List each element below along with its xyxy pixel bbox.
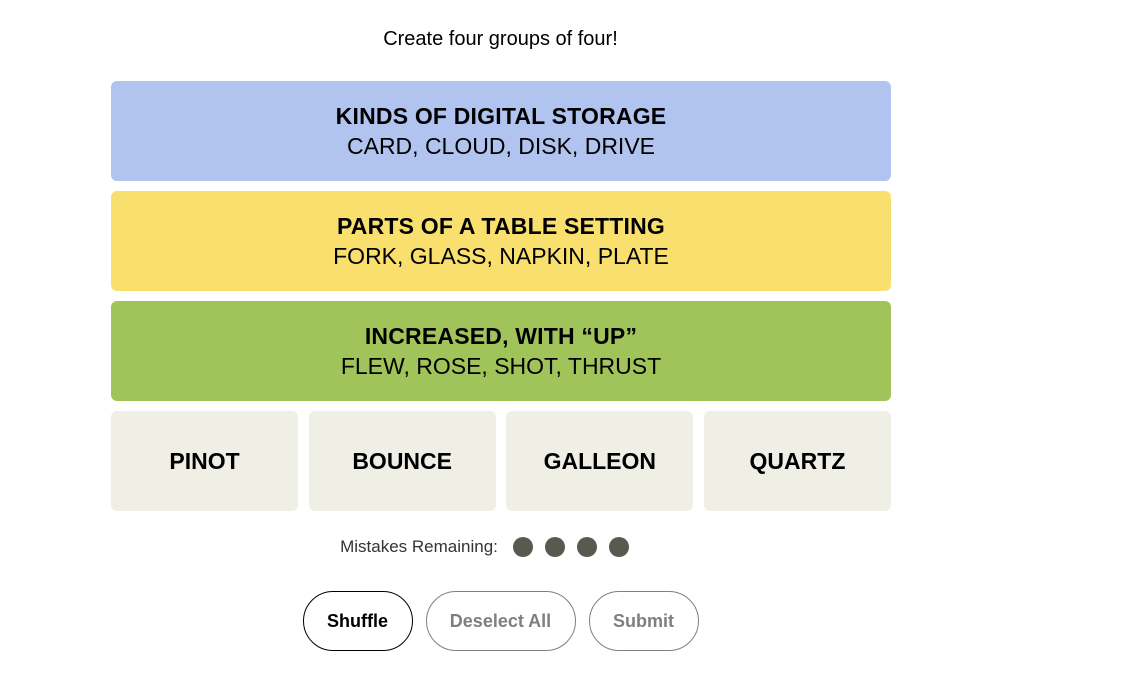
- mistake-dot: [576, 537, 597, 557]
- solved-group-3: INCREASED, WITH “UP” FLEW, ROSE, SHOT, T…: [111, 301, 891, 401]
- word-tile-quartz[interactable]: QUARTZ: [703, 411, 891, 511]
- solved-group-members: FORK, GLASS, NAPKIN, PLATE: [333, 243, 669, 269]
- solved-group-title: KINDS OF DIGITAL STORAGE: [335, 103, 667, 129]
- mistake-dot: [608, 537, 629, 557]
- controls: Shuffle Deselect All Submit: [0, 591, 1001, 651]
- solved-group-title: INCREASED, WITH “UP”: [364, 323, 638, 349]
- solved-group-members: FLEW, ROSE, SHOT, THRUST: [340, 353, 662, 379]
- submit-button[interactable]: Submit: [588, 591, 699, 651]
- mistakes-label: Mistakes Remaining:: [340, 537, 498, 556]
- mistake-dot: [544, 537, 565, 557]
- word-tile-galleon[interactable]: GALLEON: [506, 411, 694, 511]
- solved-group-1: KINDS OF DIGITAL STORAGE CARD, CLOUD, DI…: [111, 81, 891, 181]
- shuffle-button[interactable]: Shuffle: [302, 591, 413, 651]
- tile-row: PINOT BOUNCE GALLEON QUARTZ: [111, 411, 891, 511]
- word-tile-pinot[interactable]: PINOT: [111, 411, 298, 511]
- solved-group-2: PARTS OF A TABLE SETTING FORK, GLASS, NA…: [111, 191, 891, 291]
- word-tile-bounce[interactable]: BOUNCE: [308, 411, 496, 511]
- game-board: KINDS OF DIGITAL STORAGE CARD, CLOUD, DI…: [111, 81, 891, 511]
- mistake-dot: [512, 537, 533, 557]
- deselect-all-button[interactable]: Deselect All: [425, 591, 576, 651]
- solved-group-members: CARD, CLOUD, DISK, DRIVE: [347, 133, 655, 159]
- solved-group-title: PARTS OF A TABLE SETTING: [336, 213, 666, 239]
- mistakes-remaining: Mistakes Remaining:: [0, 537, 970, 557]
- instructions: Create four groups of four!: [383, 28, 618, 50]
